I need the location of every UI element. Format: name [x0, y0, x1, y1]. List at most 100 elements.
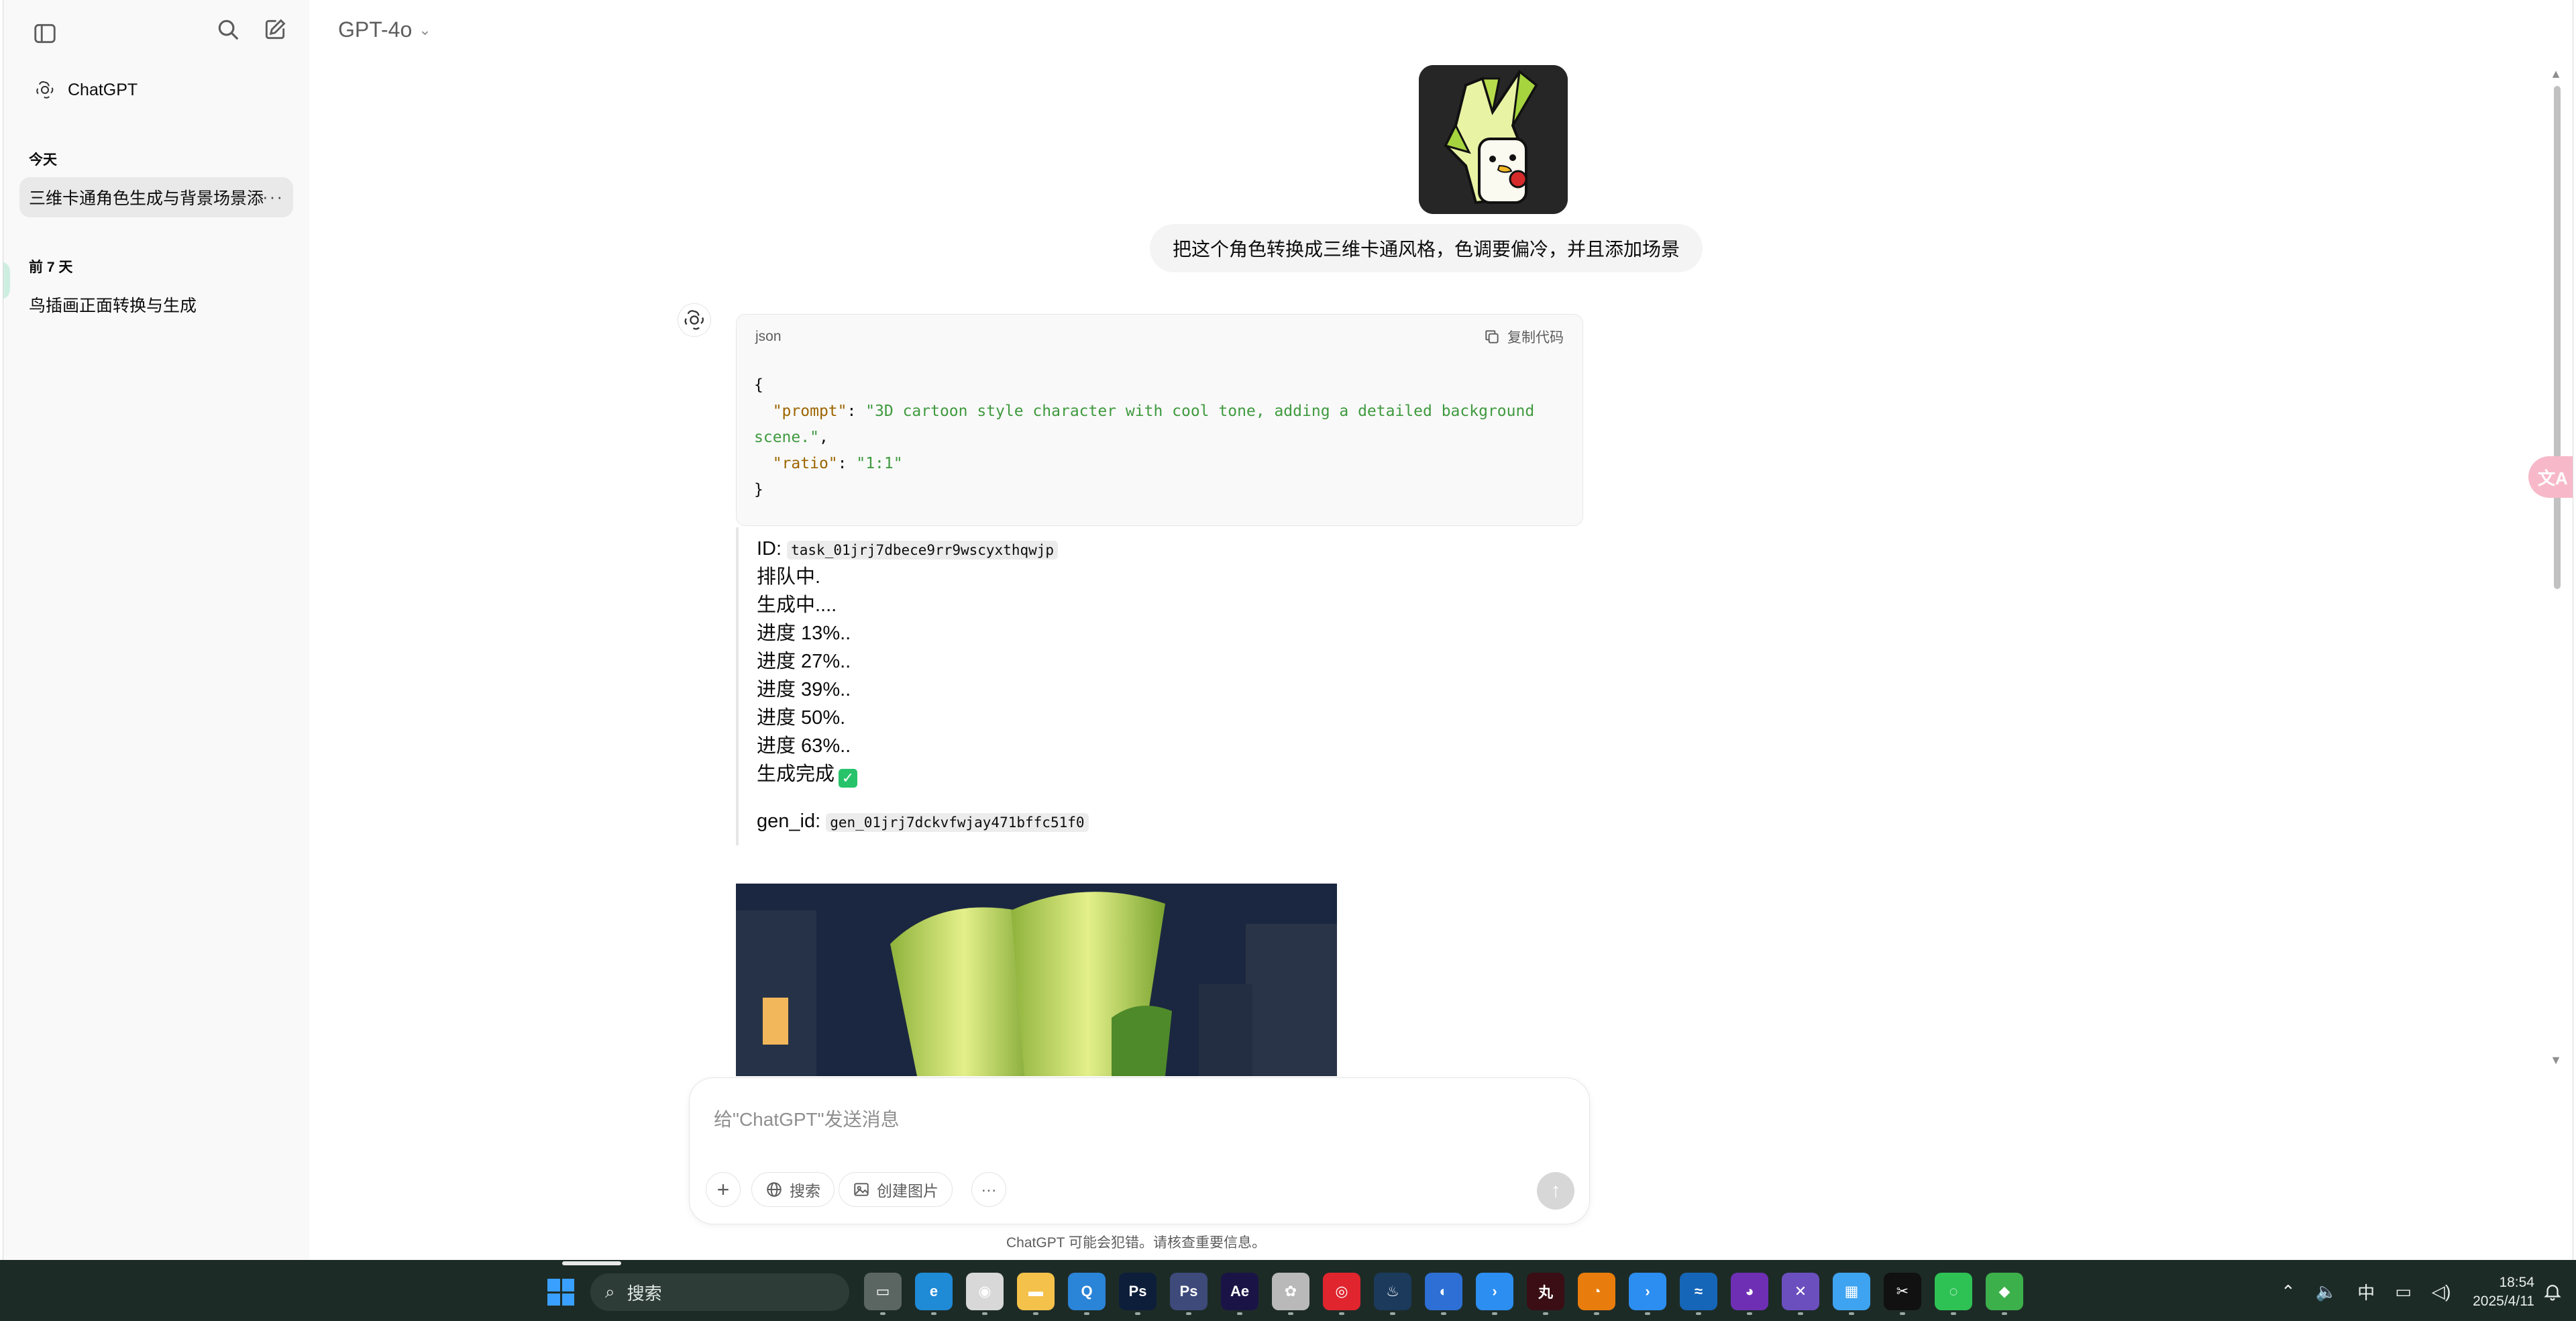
- search-icon[interactable]: [213, 15, 243, 44]
- taskbar-app-blue-app-icon[interactable]: ◐: [1425, 1273, 1462, 1315]
- taskbar-app-multi-app-icon[interactable]: ◆: [1986, 1273, 2023, 1315]
- running-indicator: [1237, 1312, 1242, 1315]
- model-selector[interactable]: GPT-4o ⌄: [338, 17, 431, 42]
- taskbar-app-arrow-app-icon[interactable]: ›: [1476, 1273, 1513, 1315]
- code-key-ratio: "ratio": [772, 455, 838, 472]
- create-image-button[interactable]: 创建图片: [839, 1172, 953, 1207]
- running-indicator: [1441, 1312, 1446, 1315]
- app-glyph: ▭: [875, 1283, 890, 1300]
- taskbar-app-photoshop-icon[interactable]: Ps: [1119, 1273, 1157, 1315]
- taskbar-app-steam-icon[interactable]: ♨: [1374, 1273, 1411, 1315]
- code-close-brace: }: [754, 481, 763, 498]
- app-glyph: Ps: [1128, 1283, 1147, 1300]
- running-indicator: [1849, 1312, 1854, 1315]
- status-line: 排队中.: [757, 566, 821, 588]
- running-indicator: [1798, 1312, 1803, 1315]
- app-glyph: ◌: [1949, 1283, 1958, 1300]
- code-value-prompt: "3D cartoon style character with cool to…: [754, 403, 1544, 446]
- running-indicator: [982, 1312, 987, 1315]
- taskbar-app-wechat-icon[interactable]: ◌: [1935, 1273, 1972, 1315]
- new-chat-icon[interactable]: [260, 15, 290, 44]
- search-icon: ⌕: [605, 1281, 615, 1302]
- app-window: ChatGPT 今天 三维卡通角色生成与背景场景添加 ··· 前 7 天 鸟插画…: [3, 0, 2573, 1260]
- running-indicator: [1645, 1312, 1650, 1315]
- taskbar-search[interactable]: ⌕ 搜索: [590, 1273, 849, 1311]
- taskbar-app-x-app-icon[interactable]: ✕: [1782, 1273, 1819, 1315]
- sidebar: ChatGPT 今天 三维卡通角色生成与背景场景添加 ··· 前 7 天 鸟插画…: [3, 0, 309, 1260]
- status-quote-bar: [736, 527, 739, 845]
- taskbar-app-file-explorer-icon[interactable]: ▬: [1017, 1273, 1055, 1315]
- ime-indicator[interactable]: 中: [2357, 1279, 2375, 1304]
- message-composer: 给"ChatGPT"发送消息 + 搜索 创建图片 ··· ↑: [689, 1077, 1590, 1224]
- arrow-up-icon: ↑: [1550, 1179, 1561, 1202]
- scroll-down-arrow-icon[interactable]: ▼: [2550, 1053, 2562, 1067]
- taskbar-app-github-icon[interactable]: ◕: [1731, 1273, 1768, 1315]
- section-week-heading: 前 7 天: [29, 260, 73, 275]
- app-glyph: ◐: [1439, 1283, 1448, 1300]
- app-glyph: Q: [1081, 1283, 1093, 1300]
- message-input[interactable]: 给"ChatGPT"发送消息: [714, 1105, 900, 1132]
- notification-bell-icon[interactable]: [2542, 1281, 2563, 1302]
- taskbar-app-search-tool-icon[interactable]: Q: [1068, 1273, 1106, 1315]
- running-indicator: [1900, 1312, 1905, 1315]
- taskbar-app-davinci-icon[interactable]: ✿: [1272, 1273, 1309, 1315]
- speaker-icon[interactable]: ◁): [2432, 1281, 2451, 1302]
- volume-icon[interactable]: 🔈: [2316, 1281, 2337, 1302]
- taskbar-app-after-effects-icon[interactable]: Ae: [1221, 1273, 1258, 1315]
- check-mark-icon: ✓: [839, 769, 858, 788]
- more-options-icon[interactable]: ···: [262, 187, 284, 207]
- network-icon[interactable]: ▭: [2395, 1281, 2412, 1302]
- taskbar-app-wave-app-icon[interactable]: ≈: [1680, 1273, 1717, 1315]
- taskbar-app-task-view-icon[interactable]: ▭: [864, 1273, 902, 1315]
- taskbar-app-grid-app-icon[interactable]: ▦: [1833, 1273, 1870, 1315]
- app-glyph: ◕: [1745, 1283, 1754, 1300]
- taskbar-apps: ▭ e ◉ ▬ Q Ps Ps Ae ✿ ◎ ♨ ◐ › 丸 ◔ › ≈ ◕ ✕ ▦ ✂ ◌ ◆: [864, 1273, 2023, 1315]
- taskbar-app-red-app-icon[interactable]: 丸: [1527, 1273, 1564, 1315]
- sidebar-item-chatgpt[interactable]: ChatGPT: [19, 70, 293, 110]
- conversation-item-active[interactable]: 三维卡通角色生成与背景场景添加 ···: [19, 177, 293, 217]
- sidebar-toggle-icon[interactable]: [30, 19, 60, 48]
- globe-icon: [767, 1182, 782, 1197]
- user-uploaded-image[interactable]: [1419, 65, 1568, 214]
- edge-handle[interactable]: [3, 262, 10, 299]
- taskbar-app-capcut-icon[interactable]: ✂: [1884, 1273, 1921, 1315]
- taskbar-app-blender-icon[interactable]: ◔: [1578, 1273, 1615, 1315]
- scroll-up-arrow-icon[interactable]: ▲: [2550, 67, 2562, 81]
- conversation-item[interactable]: 鸟插画正面转换与生成: [19, 284, 293, 325]
- running-indicator: [1543, 1312, 1548, 1315]
- user-message-text: 把这个角色转换成三维卡通风格，色调要偏冷，并且添加场景: [1172, 239, 1680, 260]
- send-button[interactable]: ↑: [1537, 1172, 1574, 1210]
- more-tools-button[interactable]: ···: [971, 1172, 1006, 1207]
- taskbar-app-photoshop-alt-icon[interactable]: Ps: [1170, 1273, 1208, 1315]
- taskbar-app-arrow-app-2-icon[interactable]: ›: [1629, 1273, 1666, 1315]
- running-indicator: [880, 1312, 885, 1315]
- running-indicator: [1390, 1312, 1395, 1315]
- app-glyph: ✕: [1794, 1283, 1807, 1300]
- code-key-prompt: "prompt": [772, 403, 847, 420]
- gen-id-value: gen_01jrj7dckvfwjay471bffc51f0: [826, 813, 1089, 832]
- app-glyph: Ps: [1179, 1283, 1198, 1300]
- search-button[interactable]: 搜索: [751, 1172, 835, 1207]
- status-line: 进度 27%..: [757, 651, 851, 672]
- chevron-up-icon[interactable]: ⌃: [2281, 1281, 2296, 1302]
- windows-start-icon[interactable]: [547, 1279, 574, 1306]
- app-glyph: ✂: [1896, 1283, 1909, 1300]
- generated-image[interactable]: [736, 884, 1337, 1076]
- taskbar-app-edge-icon[interactable]: e: [915, 1273, 953, 1315]
- running-indicator: [1339, 1312, 1344, 1315]
- app-glyph: ›: [1645, 1283, 1650, 1300]
- clock-time: 18:54: [2499, 1275, 2534, 1290]
- search-button-label: 搜索: [790, 1182, 820, 1200]
- user-message-bubble: 把这个角色转换成三维卡通风格，色调要偏冷，并且添加场景: [1149, 224, 1703, 272]
- running-indicator: [2002, 1312, 2007, 1315]
- taskbar-app-app-circle-icon[interactable]: ◉: [966, 1273, 1004, 1315]
- translate-badge-icon[interactable]: 文A: [2528, 456, 2573, 498]
- clock[interactable]: 18:54 2025/4/11: [2454, 1273, 2534, 1311]
- add-attachment-button[interactable]: +: [706, 1172, 741, 1207]
- app-glyph: ✿: [1284, 1283, 1297, 1300]
- copy-code-button[interactable]: 复制代码: [1483, 327, 1564, 347]
- model-name: GPT-4o: [338, 17, 413, 42]
- taskbar-app-netease-music-icon[interactable]: ◎: [1323, 1273, 1360, 1315]
- app-glyph: ◔: [1592, 1283, 1601, 1300]
- scrollbar-thumb[interactable]: [2554, 86, 2561, 589]
